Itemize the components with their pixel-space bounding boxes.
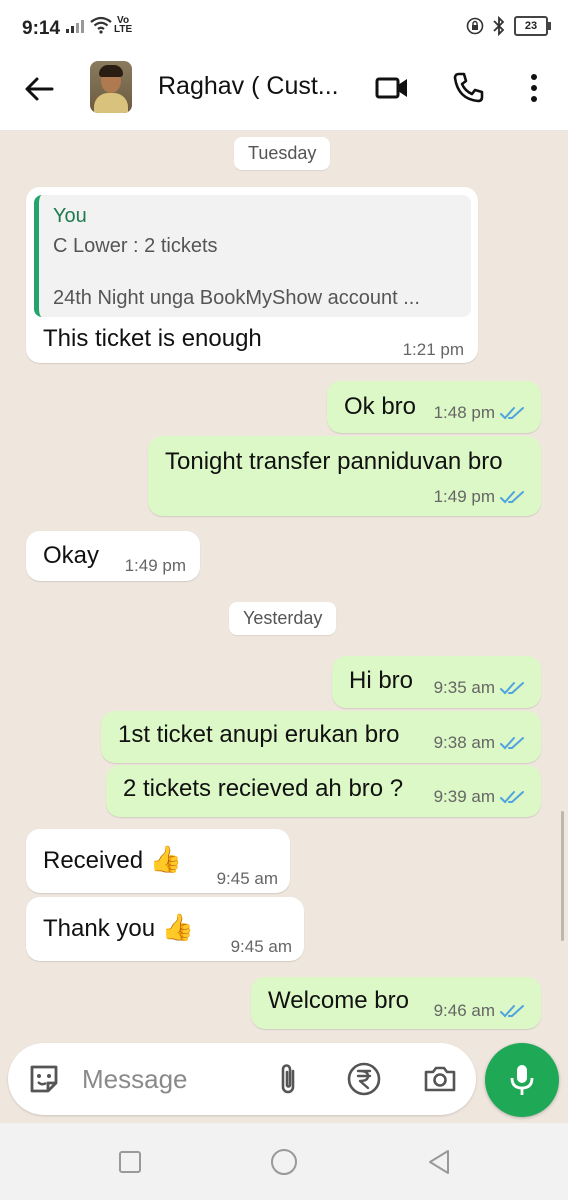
recent-apps-icon[interactable]: [115, 1147, 145, 1177]
home-icon[interactable]: [269, 1147, 299, 1177]
time-label: 1:48 pm: [433, 403, 495, 422]
system-nav-bar: [0, 1123, 568, 1200]
message-meta: 1:49 pm: [434, 487, 527, 507]
time-label: 9:35 am: [433, 678, 495, 697]
chat-area[interactable]: Tuesday You C Lower : 2 tickets 24th Nig…: [0, 131, 568, 1043]
time-label: 9:38 am: [433, 733, 495, 752]
read-ticks-icon: [500, 737, 524, 750]
message-meta: 9:38 am: [434, 733, 527, 753]
read-ticks-icon: [500, 1005, 524, 1018]
message-bubble-in[interactable]: Okay 1:49 pm: [26, 531, 200, 581]
battery-level: 23: [524, 20, 538, 32]
status-time: 9:14: [22, 18, 61, 39]
thumbs-up-emoji: 👍: [161, 912, 195, 942]
message-bubble-reply[interactable]: You C Lower : 2 tickets 24th Night unga …: [26, 187, 478, 363]
message-input[interactable]: Message: [82, 1064, 188, 1095]
time-label: 1:21 pm: [402, 340, 464, 359]
video-call-icon[interactable]: [374, 70, 410, 106]
quoted-message[interactable]: You C Lower : 2 tickets 24th Night unga …: [34, 195, 471, 317]
time-label: 9:46 am: [433, 1001, 495, 1020]
wifi-icon: [90, 16, 112, 34]
time-label: 9:39 am: [433, 787, 495, 806]
message-bubble-in[interactable]: Thank you 👍 9:45 am: [26, 897, 304, 961]
bluetooth-icon: [493, 16, 505, 36]
message-text: Okay: [43, 542, 100, 569]
phone-icon[interactable]: [450, 70, 486, 106]
composer: Message: [0, 1043, 568, 1123]
status-right: 23: [466, 16, 551, 36]
mic-icon: [510, 1065, 534, 1095]
message-bubble-out[interactable]: Welcome bro 9:46 am: [251, 977, 541, 1029]
message-text: Welcome bro: [268, 987, 409, 1014]
rupee-icon[interactable]: [346, 1061, 382, 1097]
message-text-wrap: Thank you 👍: [43, 912, 194, 943]
date-divider-tuesday: Tuesday: [234, 137, 331, 170]
avatar[interactable]: [90, 61, 132, 113]
message-time: 1:21 pm: [403, 340, 464, 360]
message-bubble-out[interactable]: Hi bro 9:35 am: [332, 656, 541, 708]
signal-icon: [66, 20, 84, 33]
message-bubble-out[interactable]: Tonight transfer panniduvan bro 1:49 pm: [148, 436, 541, 516]
attach-icon[interactable]: [270, 1061, 306, 1097]
date-divider-yesterday: Yesterday: [229, 602, 337, 635]
contact-name[interactable]: Raghav ( Cust...: [158, 72, 339, 101]
status-bar: 9:14 Vo LTE 23: [0, 0, 568, 58]
message-meta: 9:46 am: [434, 1001, 527, 1021]
scrollbar[interactable]: [561, 811, 564, 941]
message-text: 1st ticket anupi erukan bro: [118, 721, 400, 748]
message-meta: 1:49 pm: [125, 556, 186, 576]
lock-rotation-icon: [466, 17, 484, 35]
time-label: 9:45 am: [230, 937, 292, 956]
camera-icon[interactable]: [422, 1061, 458, 1097]
message-bubble-in[interactable]: Received 👍 9:45 am: [26, 829, 290, 893]
volte-bottom: LTE: [114, 24, 133, 35]
message-meta: 9:39 am: [434, 787, 527, 807]
battery-icon: 23: [514, 16, 551, 36]
message-meta: 9:35 am: [434, 678, 527, 698]
message-bubble-out[interactable]: 1st ticket anupi erukan bro 9:38 am: [101, 711, 541, 763]
nav-back-icon[interactable]: [424, 1147, 454, 1177]
read-ticks-icon: [500, 407, 524, 420]
read-ticks-icon: [500, 491, 524, 504]
message-text: Ok bro: [344, 393, 417, 420]
message-bubble-out[interactable]: Ok bro 1:48 pm: [327, 381, 541, 433]
message-text: This ticket is enough: [43, 325, 262, 352]
chat-header: Raghav ( Cust...: [0, 58, 568, 131]
message-text: Thank you: [43, 915, 156, 942]
message-bubble-out[interactable]: 2 tickets recieved ah bro ? 9:39 am: [106, 765, 541, 817]
message-text: 2 tickets recieved ah bro ?: [123, 775, 404, 802]
sticker-icon[interactable]: [26, 1061, 62, 1097]
message-text: Tonight transfer panniduvan bro: [165, 448, 503, 475]
read-ticks-icon: [500, 682, 524, 695]
message-meta: 1:48 pm: [434, 403, 527, 423]
quote-line-2: 24th Night unga BookMyShow account ...: [53, 287, 420, 309]
time-label: 1:49 pm: [433, 487, 495, 506]
volte-label: Vo LTE: [114, 16, 133, 35]
back-arrow-icon[interactable]: [22, 72, 56, 106]
more-vert-icon[interactable]: [516, 70, 552, 106]
message-text-wrap: Received 👍: [43, 844, 182, 875]
message-meta: 9:45 am: [231, 937, 292, 957]
time-label: 1:49 pm: [124, 556, 186, 575]
mic-button[interactable]: [485, 1043, 559, 1117]
thumbs-up-emoji: 👍: [149, 844, 183, 874]
message-input-box[interactable]: Message: [8, 1043, 476, 1115]
message-text: Received: [43, 847, 144, 874]
quote-author: You: [53, 205, 87, 227]
message-text: Hi bro: [349, 667, 414, 694]
quote-line-1: C Lower : 2 tickets: [53, 235, 218, 257]
message-meta: 9:45 am: [217, 869, 278, 889]
time-label: 9:45 am: [216, 869, 278, 888]
read-ticks-icon: [500, 791, 524, 804]
